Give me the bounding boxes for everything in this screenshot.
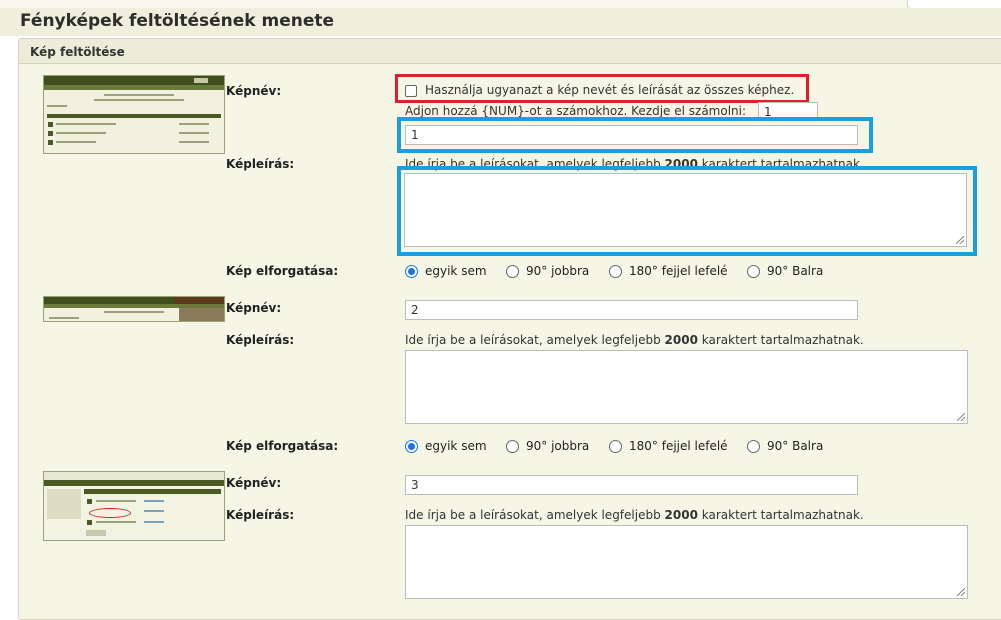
image-3-description-textarea[interactable] xyxy=(405,525,968,599)
image-1-description-textarea[interactable] xyxy=(404,173,967,247)
image-2-description-textarea[interactable] xyxy=(405,350,968,424)
image-1-rotation-label-180: 180° fejjel lefelé xyxy=(629,264,728,278)
image-2-rotation-radio-180[interactable] xyxy=(609,440,622,453)
same-name-checkbox[interactable] xyxy=(405,85,417,97)
image-2-rotation-label-90-left: 90° Balra xyxy=(767,439,824,453)
image-1-rotation-label: Kép elforgatása: xyxy=(226,264,339,278)
image-1-rotation-label-90-left: 90° Balra xyxy=(767,264,824,278)
same-name-checkbox-label: Használja ugyanazt a kép nevét és leírás… xyxy=(425,83,795,97)
page-title: Fényképek feltöltésének menete xyxy=(20,11,335,31)
panel-title: Kép feltöltése xyxy=(30,45,125,59)
image-2-rotation-label: Kép elforgatása: xyxy=(226,439,339,453)
image-1-rotation-label-none: egyik sem xyxy=(425,264,487,278)
image-1-rotation-radio-90-right[interactable] xyxy=(506,265,519,278)
num-hint: Adjon hozzá {NUM}-ot a számokhoz. Kezdje… xyxy=(405,104,747,118)
image-1-description-label: Képleírás: xyxy=(226,157,295,171)
image-thumbnail-3 xyxy=(43,471,225,541)
page-header: Fényképek feltöltésének menete xyxy=(0,8,1001,36)
image-1-name-input[interactable]: 1 xyxy=(405,125,858,145)
image-thumbnail-1 xyxy=(43,75,225,154)
panel-header: Kép feltöltése xyxy=(19,39,1001,64)
image-thumbnail-2 xyxy=(43,296,225,322)
image-1-rotation-radio-90-left[interactable] xyxy=(747,265,760,278)
image-2-description-hint: Ide írja be a leírásokat, amelyek legfel… xyxy=(405,333,864,347)
image-2-rotation-radio-90-left[interactable] xyxy=(747,440,760,453)
image-3-name-input[interactable]: 3 xyxy=(405,475,858,495)
image-2-description-label: Képleírás: xyxy=(226,333,295,347)
image-1-rotation-label-90-right: 90° jobbra xyxy=(526,264,590,278)
image-2-rotation-radio-none[interactable] xyxy=(405,440,418,453)
image-3-description-hint: Ide írja be a leírásokat, amelyek legfel… xyxy=(405,508,864,522)
image-1-rotation-radio-180[interactable] xyxy=(609,265,622,278)
image-2-name-input[interactable]: 2 xyxy=(405,300,858,320)
image-2-rotation-label-180: 180° fejjel lefelé xyxy=(629,439,728,453)
image-3-description-label: Képleírás: xyxy=(226,508,295,522)
image-1-rotation-radio-none[interactable] xyxy=(405,265,418,278)
image-2-rotation-radio-90-right[interactable] xyxy=(506,440,519,453)
top-strip xyxy=(0,0,1001,8)
image-1-name-label: Képnév: xyxy=(226,84,282,98)
image-2-name-label: Képnév: xyxy=(226,301,282,315)
image-2-rotation-label-none: egyik sem xyxy=(425,439,487,453)
image-3-name-label: Képnév: xyxy=(226,476,282,490)
image-2-rotation-label-90-right: 90° jobbra xyxy=(526,439,590,453)
